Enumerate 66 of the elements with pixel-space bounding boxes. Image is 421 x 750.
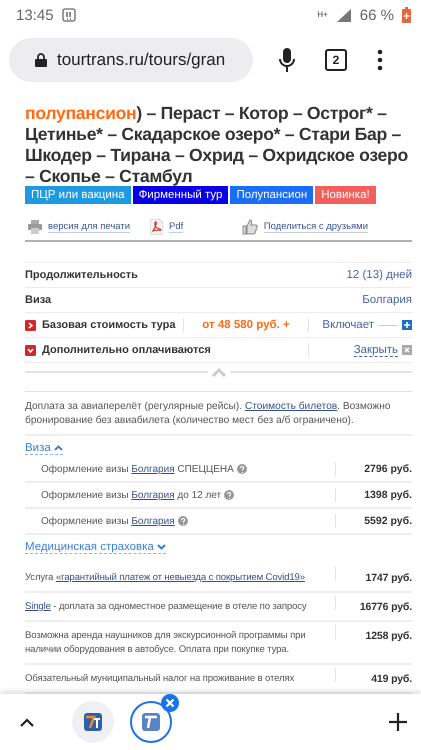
description-link[interactable]: Болгария <box>131 464 175 474</box>
row-label: Дополнительно оплачиваются <box>42 344 212 356</box>
item-description: Оформление визы Болгария СПЕЦЦЕНА <box>41 464 234 474</box>
lock-icon <box>35 53 47 67</box>
row-label: Базовая стоимость тура <box>42 319 176 331</box>
chevron-right-icon[interactable] <box>25 320 36 330</box>
menu-icon[interactable] <box>377 49 383 71</box>
item-description: Single - доплата за одноместное размещение в отеле по запросу <box>25 600 307 614</box>
tour-tag: Новинка! <box>315 186 376 204</box>
tour-tag: ПЦР или вакцина <box>25 186 131 204</box>
pdf-file-icon <box>150 219 164 235</box>
signal-icon <box>336 8 352 22</box>
price-text: 419 руб. <box>370 672 412 686</box>
section-toggle[interactable]: Медицинская страховка <box>25 541 166 554</box>
thumbs-up-icon <box>242 219 258 235</box>
description-link[interactable]: Болгария <box>131 516 175 526</box>
item-description: Возможна аренда наушников для экскурсионной программы при наличии оборудования в автобусе. Оплата при покупке тура. <box>25 629 307 657</box>
price-text: 1258 руб. <box>364 629 412 643</box>
ticket-price-link[interactable]: Стоимость билетов <box>244 401 338 412</box>
battery-text: 66 % <box>360 6 394 24</box>
clock-text: 13:45 <box>16 6 54 24</box>
description-link[interactable]: Single <box>25 601 51 612</box>
price-text: 16776 руб. <box>358 600 412 614</box>
tour-tag: Фирменный тур <box>132 186 228 204</box>
chevron-down-icon <box>156 544 166 550</box>
row-value: Болгария <box>362 294 412 306</box>
new-tab-icon[interactable] <box>389 713 407 731</box>
chevron-up-icon[interactable] <box>20 718 34 726</box>
close-link[interactable]: Закрыть <box>354 344 398 356</box>
action-link[interactable]: версия для печати <box>48 221 130 233</box>
item-description: Оформление визы Болгария до 12 лет <box>41 490 222 500</box>
action-link[interactable]: Поделиться с друзьями <box>264 221 368 233</box>
microphone-icon[interactable] <box>279 48 295 72</box>
address-bar[interactable]: tourtrans.ru/tours/gran <box>9 38 253 82</box>
description-link[interactable]: Болгария <box>131 490 175 500</box>
tab-thumbnail[interactable] <box>130 701 172 743</box>
row-label: Виза <box>25 294 52 306</box>
network-type-text: H+ <box>317 11 328 19</box>
item-description: Обязательный муниципальный налог на проживание в отелях <box>25 672 294 686</box>
notification-icon <box>62 8 76 22</box>
action-link[interactable]: Pdf <box>169 221 184 233</box>
price-text: 5592 руб. <box>363 515 412 527</box>
tour-tag: Полупансион <box>230 186 314 204</box>
price-text: 1398 руб. <box>363 489 412 501</box>
row-label: Продолжительность <box>25 269 139 281</box>
price-text: 2796 руб. <box>363 463 412 475</box>
battery-icon <box>402 7 411 23</box>
chevron-up-icon <box>54 445 63 451</box>
includes-link[interactable]: Включает <box>322 319 374 331</box>
site-logo-icon <box>142 713 160 731</box>
plus-icon[interactable] <box>402 320 412 330</box>
tour-title: полупансион) – Пераст – Котор – Острог* – Цетинье* – Скадарское озеро* – Стари Бар – Шкодер – Тирана – Охрид – Охридское озеро – Скопье – Стамбул <box>25 103 409 187</box>
price-text: 1747 руб. <box>364 571 412 585</box>
item-description: Услуга «гарантийный платеж от невыезда с покрытием Covid19» <box>25 571 305 585</box>
section-toggle[interactable]: Виза <box>25 442 63 455</box>
tab-count-button[interactable]: 2 <box>325 49 347 71</box>
description-link[interactable]: «гарантийный платеж от невыезда с покрытием Covid19» <box>56 572 305 583</box>
price-text: от 48 580 руб. + <box>201 319 291 331</box>
tab-thumbnail[interactable] <box>72 701 114 743</box>
chevron-down-icon[interactable] <box>25 344 36 356</box>
close-tab-icon[interactable] <box>161 694 179 712</box>
site-logo-icon <box>84 713 102 731</box>
row-value: 12 (13) дней <box>346 269 412 281</box>
airfare-note: Доплата за авиаперелёт (регулярные рейсы). Стоимость билетов. Возможно бронирование без авиабилета (количество мест без а/б ограничено). <box>25 392 412 436</box>
item-description: Оформление визы Болгария <box>41 516 175 526</box>
printer-icon <box>28 220 42 234</box>
